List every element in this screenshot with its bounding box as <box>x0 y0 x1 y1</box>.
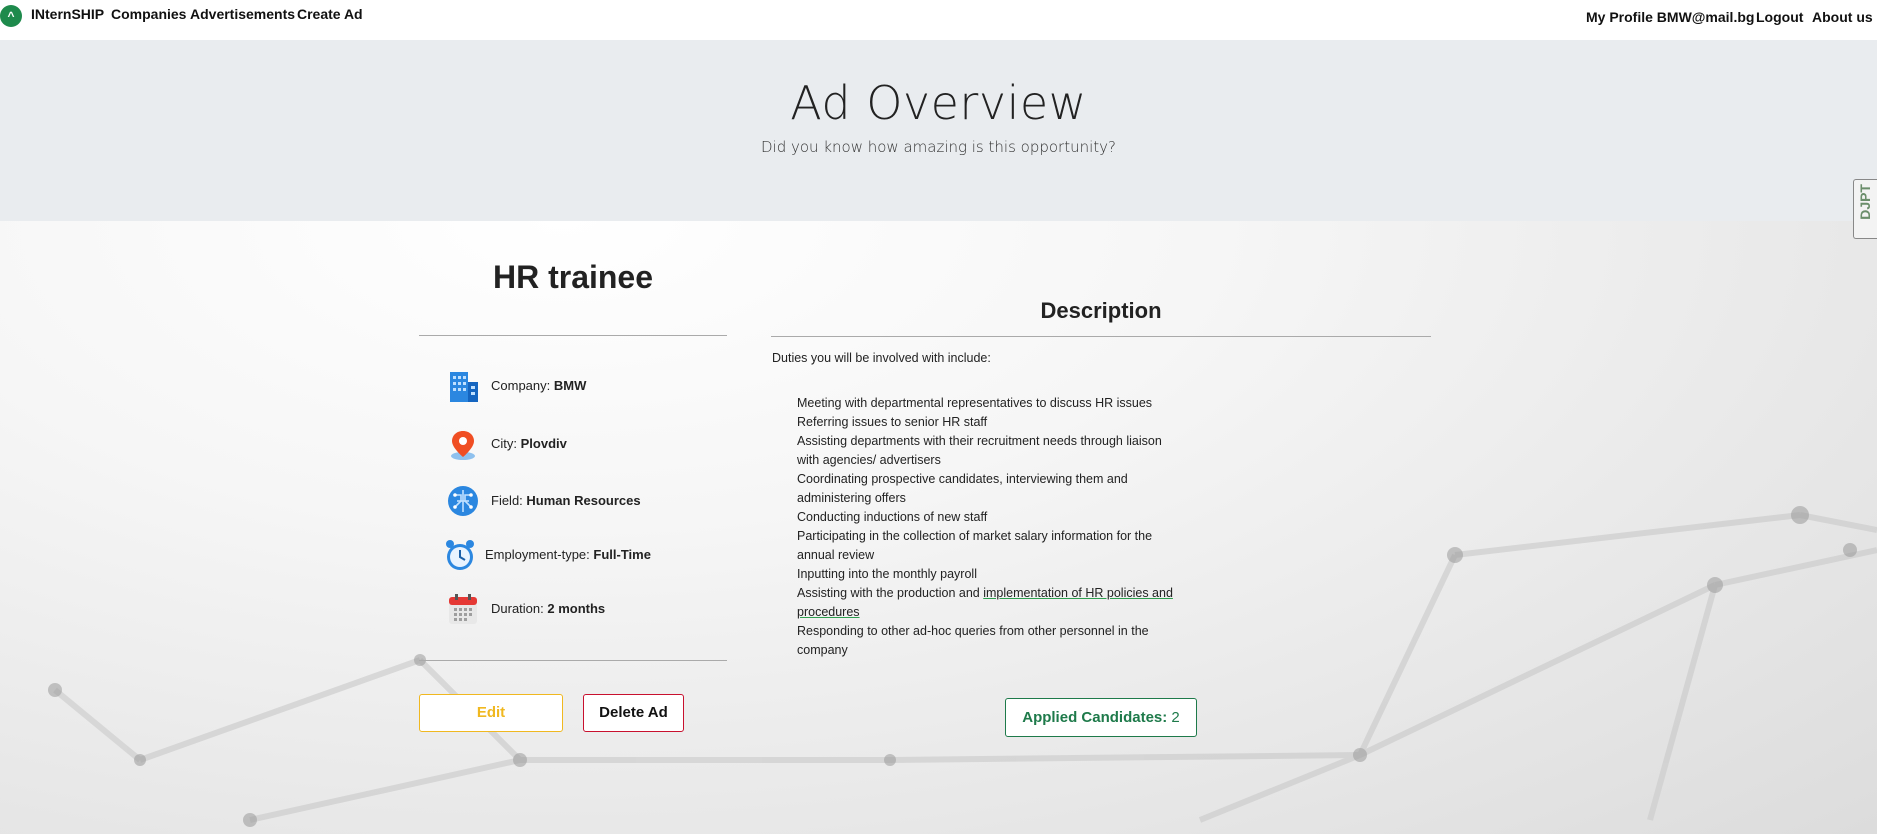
list-item: Participating in the collection of marke… <box>797 529 1153 562</box>
alarm-clock-icon <box>446 540 474 570</box>
employment-label: Employment-type: <box>485 547 590 562</box>
list-item: Referring issues to senior HR staff <box>797 415 988 429</box>
list-item-text: Assisting with the production and <box>797 586 984 600</box>
list-item: Coordinating prospective candidates, int… <box>797 472 1128 505</box>
duration-label: Duration: <box>491 601 544 616</box>
field-row: Field: Human Resources <box>491 493 641 508</box>
company-label: Company: <box>491 378 551 393</box>
nav-about-us[interactable]: About us <box>1812 9 1873 25</box>
duration-value: 2 months <box>547 601 606 616</box>
applied-candidates-button[interactable]: Applied Candidates: 2 <box>1005 698 1197 737</box>
edit-button[interactable]: Edit <box>419 694 563 732</box>
company-row: Company: BMW <box>491 378 586 393</box>
employment-value: Full-Time <box>593 547 651 562</box>
brand-link[interactable]: INternSHIP <box>31 6 104 22</box>
nav-advertisements[interactable]: Advertisements <box>190 6 295 22</box>
list-item: Assisting with the production and implem… <box>797 584 1177 622</box>
nav-my-profile[interactable]: My Profile BMW@mail.bg <box>1586 9 1754 25</box>
duties-list: Meeting with departmental representative… <box>797 394 1177 660</box>
field-value: Human Resources <box>526 493 641 508</box>
side-feedback-tab[interactable]: DJPT <box>1853 179 1877 239</box>
applied-candidates-label: Applied Candidates: <box>1022 709 1168 726</box>
ad-content: HR trainee Company: BMW City: Plovdiv Fi… <box>0 0 1877 834</box>
list-item: Conducting inductions of new staff <box>797 510 988 524</box>
brand-logo-icon[interactable]: ^ <box>0 5 22 27</box>
location-pin-icon <box>451 431 475 460</box>
company-value: BMW <box>553 378 587 393</box>
employment-row: Employment-type: Full-Time <box>485 547 651 562</box>
calendar-icon <box>449 594 477 624</box>
city-value: Plovdiv <box>520 436 567 451</box>
nav-create-ad[interactable]: Create Ad <box>297 6 363 22</box>
navbar: ^ INternSHIP Companies Advertisements Cr… <box>0 0 1877 40</box>
nav-logout[interactable]: Logout <box>1756 9 1803 25</box>
brain-network-icon <box>448 486 478 516</box>
delete-ad-button[interactable]: Delete Ad <box>583 694 684 732</box>
city-row: City: Plovdiv <box>491 436 567 451</box>
applied-candidates-count: 2 <box>1171 709 1180 726</box>
list-item: Assisting departments with their recruit… <box>797 434 1162 467</box>
list-item: Responding to other ad-hoc queries from … <box>797 624 1149 657</box>
description-title: Description <box>1040 298 1162 323</box>
field-label: Field: <box>491 493 523 508</box>
side-tab-label: DJPT <box>1857 184 1873 220</box>
description-intro: Duties you will be involved with include… <box>772 351 991 365</box>
divider-top <box>419 335 727 336</box>
city-label: City: <box>491 436 517 451</box>
list-item: Meeting with departmental representative… <box>797 396 1153 410</box>
description-divider <box>771 336 1431 337</box>
duration-row: Duration: 2 months <box>491 601 605 616</box>
office-building-icon <box>450 372 478 402</box>
divider-bottom <box>419 660 727 661</box>
nav-companies[interactable]: Companies <box>111 6 186 22</box>
list-item: Inputting into the monthly payroll <box>797 567 977 581</box>
ad-title: HR trainee <box>492 259 654 295</box>
